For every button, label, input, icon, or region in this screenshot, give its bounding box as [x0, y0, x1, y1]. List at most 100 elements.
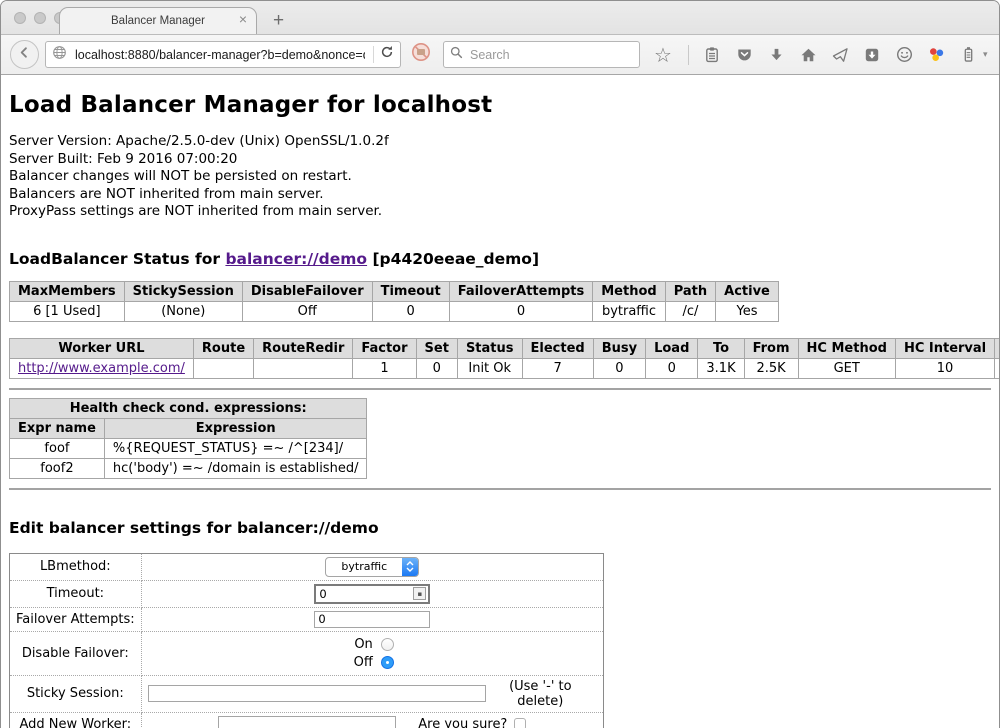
lbmethod-label: LBmethod:	[10, 553, 142, 580]
timeout-row: Timeout: ▪	[10, 580, 604, 607]
urlbar-divider	[373, 46, 374, 63]
col-stickysession: StickySession	[124, 281, 242, 301]
health-row-foof: foof %{REQUEST_STATUS} =~ /^[234]/	[10, 438, 367, 458]
failover-attempts-label: Failover Attempts:	[10, 607, 142, 631]
balancer-header-row: MaxMembers StickySession DisableFailover…	[10, 281, 779, 301]
val-method: bytraffic	[593, 301, 665, 321]
val-passes: 1 (0)	[995, 358, 1000, 378]
add-worker-input[interactable]	[218, 716, 396, 728]
persist-note-line: Balancer changes will NOT be persisted o…	[9, 168, 991, 186]
close-window-button[interactable]	[14, 12, 26, 24]
tab-close-icon[interactable]: ×	[239, 12, 247, 26]
val-expression-1: %{REQUEST_STATUS} =~ /^[234]/	[104, 438, 367, 458]
divider-after-workers	[9, 388, 991, 390]
multicolor-extension-icon[interactable]	[927, 46, 945, 64]
col-status: Status	[457, 338, 522, 358]
col-expression: Expression	[104, 418, 367, 438]
val-expr-name-1: foof	[10, 438, 105, 458]
val-set: 0	[416, 358, 457, 378]
back-button[interactable]	[10, 40, 39, 69]
sticky-session-label: Sticky Session:	[10, 675, 142, 712]
bookmarks-clipboard-icon[interactable]	[703, 46, 721, 64]
tab-strip: Balancer Manager × +	[1, 1, 999, 34]
val-hc-interval: 10	[895, 358, 994, 378]
lbmethod-select[interactable]: bytraffic	[325, 557, 419, 577]
val-path: /c/	[665, 301, 715, 321]
radio-on[interactable]	[381, 638, 394, 651]
worker-data-row: http://www.example.com/ 1 0 Init Ok 7 0 …	[10, 358, 1000, 378]
battery-extension-icon[interactable]	[959, 46, 977, 64]
failover-attempts-row: Failover Attempts:	[10, 607, 604, 631]
disable-failover-row: Disable Failover: On Off	[10, 631, 604, 675]
val-timeout: 0	[372, 301, 449, 321]
add-worker-label: Add New Worker:	[10, 712, 142, 728]
health-row-foof2: foof2 hc('body') =~ /domain is establish…	[10, 458, 367, 478]
url-input[interactable]	[73, 47, 367, 63]
health-table-title: Health check cond. expressions:	[10, 398, 367, 418]
home-icon[interactable]	[799, 46, 817, 64]
balancer-data-row: 6 [1 Used] (None) Off 0 0 bytraffic /c/ …	[10, 301, 779, 321]
sticky-session-input[interactable]	[148, 685, 486, 702]
val-failoverattempts: 0	[449, 301, 593, 321]
disable-failover-options: On Off	[148, 635, 597, 672]
status-heading-prefix: LoadBalancer Status for	[9, 250, 225, 268]
val-busy: 0	[593, 358, 645, 378]
search-input[interactable]	[468, 47, 633, 63]
content-blocked-icon[interactable]	[411, 42, 431, 67]
are-you-sure-label: Are you sure?	[418, 717, 507, 728]
inherit-note-line: Balancers are NOT inherited from main se…	[9, 186, 991, 204]
timeout-input[interactable]	[316, 587, 413, 601]
col-set: Set	[416, 338, 457, 358]
radio-on-label: On	[351, 637, 373, 652]
health-check-table: Health check cond. expressions: Expr nam…	[9, 398, 367, 479]
are-you-sure-checkbox[interactable]	[514, 718, 526, 728]
col-factor: Factor	[353, 338, 416, 358]
val-from: 2.5K	[744, 358, 798, 378]
search-bar[interactable]	[443, 41, 640, 68]
tab-balancer-manager[interactable]: Balancer Manager ×	[59, 7, 257, 34]
worker-url-link[interactable]: http://www.example.com/	[18, 361, 185, 376]
new-tab-button[interactable]: +	[273, 13, 284, 29]
edit-settings-heading: Edit balancer settings for balancer://de…	[9, 519, 991, 537]
col-failoverattempts: FailoverAttempts	[449, 281, 593, 301]
overflow-caret-icon[interactable]: ▾	[983, 49, 988, 60]
server-version-line: Server Version: Apache/2.5.0-dev (Unix) …	[9, 133, 991, 151]
toolbar-divider	[688, 45, 689, 65]
failover-attempts-input[interactable]	[314, 611, 430, 628]
reload-icon[interactable]	[380, 45, 394, 64]
worker-header-row: Worker URL Route RouteRedir Factor Set S…	[10, 338, 1000, 358]
lbmethod-row: LBmethod: bytraffic	[10, 553, 604, 580]
video-download-icon[interactable]	[863, 46, 881, 64]
health-header-row: Expr name Expression	[10, 418, 367, 438]
pocket-icon[interactable]	[735, 46, 753, 64]
col-maxmembers: MaxMembers	[10, 281, 125, 301]
balancer-demo-link[interactable]: balancer://demo	[225, 250, 367, 268]
search-icon	[450, 46, 463, 64]
timeout-input-wrap: ▪	[314, 584, 430, 604]
downloads-icon[interactable]	[767, 46, 785, 64]
col-busy: Busy	[593, 338, 645, 358]
server-info: Server Version: Apache/2.5.0-dev (Unix) …	[9, 133, 991, 221]
minimize-window-button[interactable]	[34, 12, 46, 24]
col-from: From	[744, 338, 798, 358]
val-disablefailover: Off	[242, 301, 372, 321]
val-hc-method: GET	[798, 358, 895, 378]
val-route	[193, 358, 253, 378]
val-stickysession: (None)	[124, 301, 242, 321]
number-stepper-icon[interactable]: ▪	[413, 587, 426, 600]
col-route: Route	[193, 338, 253, 358]
col-expr-name: Expr name	[10, 418, 105, 438]
timeout-label: Timeout:	[10, 580, 142, 607]
loadbalancer-status-heading: LoadBalancer Status for balancer://demo …	[9, 250, 991, 268]
radio-off[interactable]	[381, 656, 394, 669]
disable-failover-label: Disable Failover:	[10, 631, 142, 675]
feedback-smiley-icon[interactable]	[895, 46, 913, 64]
bookmark-star-icon[interactable]: ☆	[654, 46, 672, 64]
send-tab-icon[interactable]	[831, 46, 849, 64]
col-path: Path	[665, 281, 715, 301]
url-bar[interactable]	[45, 41, 401, 68]
proxypass-note-line: ProxyPass settings are NOT inherited fro…	[9, 203, 991, 221]
val-expression-2: hc('body') =~ /domain is established/	[104, 458, 367, 478]
col-load: Load	[646, 338, 698, 358]
col-worker-url: Worker URL	[10, 338, 194, 358]
